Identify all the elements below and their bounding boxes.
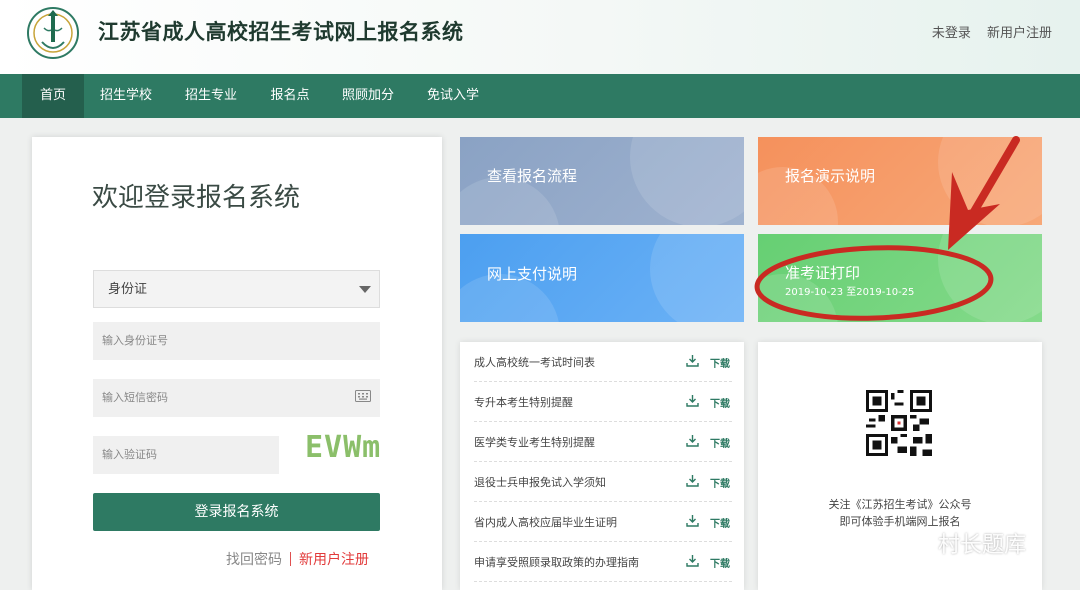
main-nav: 首页 招生学校 招生专业 报名点 照顾加分 免试入学 — [0, 74, 1080, 118]
download-item-title[interactable]: 专升本考生特别提醒 — [474, 394, 573, 410]
download-icon[interactable] — [686, 394, 699, 407]
nav-item-bonus[interactable]: 照顾加分 — [334, 74, 402, 118]
list-item: 专升本考生特别提醒 下载 — [474, 382, 732, 422]
download-item-title[interactable]: 申请享受照顾录取政策的办理指南 — [474, 554, 639, 570]
header-register-link[interactable]: 新用户注册 — [987, 26, 1052, 41]
tile-pay-title: 网上支付说明 — [487, 265, 578, 283]
tile-decoration — [650, 234, 744, 322]
tile-decoration — [630, 137, 744, 225]
register-link[interactable]: 新用户注册 — [299, 552, 369, 568]
login-bottom-links: 找回密码 新用户注册 — [226, 549, 369, 569]
list-item: 成人高校统一考试时间表 下载 — [474, 342, 732, 382]
tile-flow-title: 查看报名流程 — [487, 167, 578, 185]
chevron-down-icon — [359, 286, 371, 293]
download-link[interactable]: 下载 — [710, 475, 730, 490]
download-link[interactable]: 下载 — [710, 355, 730, 370]
download-item-title[interactable]: 成人高校统一考试时间表 — [474, 354, 595, 370]
forgot-password-link[interactable]: 找回密码 — [226, 552, 282, 568]
sms-code-input[interactable]: 输入短信密码 — [93, 379, 380, 417]
id-type-select[interactable]: 身份证 — [93, 270, 380, 308]
nav-item-majors[interactable]: 招生专业 — [177, 74, 245, 118]
id-number-input[interactable]: 输入身份证号 — [93, 322, 380, 360]
link-divider — [290, 552, 291, 566]
login-submit-button[interactable]: 登录报名系统 — [93, 493, 380, 531]
download-link[interactable]: 下载 — [710, 435, 730, 450]
nav-item-sites[interactable]: 报名点 — [262, 74, 318, 118]
list-item: 退役士兵申报免试入学须知 下载 — [474, 462, 732, 502]
wechat-icon — [896, 531, 931, 557]
download-item-title[interactable]: 退役士兵申报免试入学须知 — [474, 474, 606, 490]
download-item-title[interactable]: 医学类专业考生特别提醒 — [474, 434, 595, 450]
sms-code-placeholder: 输入短信密码 — [102, 391, 168, 404]
download-icon[interactable] — [686, 354, 699, 367]
tile-decoration — [938, 137, 1042, 225]
download-icon[interactable] — [686, 514, 699, 527]
download-icon[interactable] — [686, 554, 699, 567]
captcha-input[interactable]: 输入验证码 — [93, 436, 279, 474]
tile-admission-ticket-print[interactable]: 准考证打印 2019-10-23 至2019-10-25 — [758, 234, 1042, 322]
site-title: 江苏省成人高校招生考试网上报名系统 — [98, 20, 464, 44]
tile-decoration — [938, 234, 1042, 322]
captcha-image[interactable]: EVWm — [305, 430, 381, 465]
login-title: 欢迎登录报名系统 — [92, 183, 301, 213]
tile-online-payment[interactable]: 网上支付说明 — [460, 234, 744, 322]
user-links: 未登录 新用户注册 — [920, 22, 1052, 41]
download-icon[interactable] — [686, 434, 699, 447]
nav-item-schools[interactable]: 招生学校 — [92, 74, 160, 118]
list-item: 申请享受照顾录取政策的办理指南 下载 — [474, 542, 732, 582]
nav-item-home[interactable]: 首页 — [22, 74, 84, 118]
logo-emblem-icon — [27, 7, 79, 59]
download-link[interactable]: 下载 — [710, 555, 730, 570]
download-link[interactable]: 下载 — [710, 515, 730, 530]
tile-demo-title: 报名演示说明 — [785, 167, 876, 185]
download-icon[interactable] — [686, 474, 699, 487]
download-link[interactable]: 下载 — [710, 395, 730, 410]
downloads-card: 成人高校统一考试时间表 下载 专升本考生特别提醒 下载 医学类专业考生特别提醒 … — [460, 342, 744, 590]
login-card: 欢迎登录报名系统 身份证 输入身份证号 输入短信密码 输入验证码 EVWm 登录… — [32, 137, 442, 590]
qr-caption-line1: 关注《江苏招生考试》公众号 — [828, 498, 972, 511]
id-number-placeholder: 输入身份证号 — [102, 334, 168, 347]
qr-code-icon — [866, 390, 932, 456]
list-item: 省内成人高校应届毕业生证明 下载 — [474, 502, 732, 542]
captcha-placeholder: 输入验证码 — [102, 448, 157, 461]
watermark-text: 村长题库 — [938, 533, 1027, 558]
list-item: 医学类专业考生特别提醒 下载 — [474, 422, 732, 462]
tile-admission-title: 准考证打印 — [785, 264, 861, 282]
tile-registration-demo[interactable]: 报名演示说明 — [758, 137, 1042, 225]
nav-item-exempt[interactable]: 免试入学 — [419, 74, 487, 118]
keyboard-icon[interactable] — [355, 390, 371, 402]
tile-registration-flow[interactable]: 查看报名流程 — [460, 137, 744, 225]
tile-admission-dates: 2019-10-23 至2019-10-25 — [785, 287, 915, 298]
download-item-title[interactable]: 省内成人高校应届毕业生证明 — [474, 514, 617, 530]
id-type-value: 身份证 — [108, 282, 148, 297]
not-logged-in-text: 未登录 — [931, 26, 971, 41]
site-header: 江苏省成人高校招生考试网上报名系统 未登录 新用户注册 — [0, 0, 1080, 74]
